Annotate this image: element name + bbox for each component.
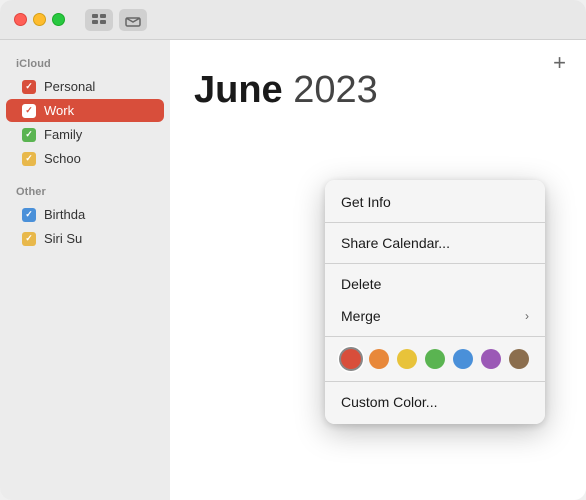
main-content: iCloud ✓ Personal ✓ Work ✓ Family (0, 40, 586, 500)
app-window: iCloud ✓ Personal ✓ Work ✓ Family (0, 0, 586, 500)
month-label: June (194, 69, 283, 111)
menu-item-delete[interactable]: Delete (325, 268, 545, 300)
minimize-button[interactable] (33, 13, 46, 26)
context-menu: Get Info Share Calendar... Delete Merge … (325, 180, 545, 424)
color-swatch-purple[interactable] (481, 349, 501, 369)
color-swatch-brown[interactable] (509, 349, 529, 369)
school-checkmark: ✓ (25, 153, 33, 164)
maximize-button[interactable] (52, 13, 65, 26)
color-swatch-blue[interactable] (453, 349, 473, 369)
birthdays-checkbox[interactable]: ✓ (22, 208, 36, 222)
family-checkbox[interactable]: ✓ (22, 128, 36, 142)
menu-separator-2 (325, 263, 545, 264)
siri-checkmark: ✓ (25, 233, 33, 244)
school-label: Schoo (44, 151, 81, 166)
calendar-item-school[interactable]: ✓ Schoo (6, 147, 164, 170)
color-swatch-red[interactable] (341, 349, 361, 369)
menu-separator-1 (325, 222, 545, 223)
personal-label: Personal (44, 79, 95, 94)
month-year-heading: June 2023 (194, 70, 562, 112)
color-swatch-orange[interactable] (369, 349, 389, 369)
siri-label: Siri Su (44, 231, 82, 246)
menu-item-custom-color[interactable]: Custom Color... (325, 386, 545, 418)
calendar-item-siri[interactable]: ✓ Siri Su (6, 227, 164, 250)
family-label: Family (44, 127, 82, 142)
family-checkmark: ✓ (25, 129, 33, 140)
siri-checkbox[interactable]: ✓ (22, 232, 36, 246)
birthdays-checkmark: ✓ (25, 209, 33, 220)
menu-separator-3 (325, 336, 545, 337)
title-bar (0, 0, 586, 40)
icloud-section-label: iCloud (0, 52, 170, 74)
inbox-icon[interactable] (119, 9, 147, 31)
color-swatches-row (325, 341, 545, 377)
calendar-item-work[interactable]: ✓ Work (6, 99, 164, 122)
color-swatch-yellow[interactable] (397, 349, 417, 369)
school-checkbox[interactable]: ✓ (22, 152, 36, 166)
sidebar: iCloud ✓ Personal ✓ Work ✓ Family (0, 40, 170, 500)
merge-submenu-chevron: › (525, 309, 529, 323)
other-section: Other ✓ Birthda ✓ Siri Su (0, 180, 170, 250)
color-swatch-green[interactable] (425, 349, 445, 369)
calendar-item-personal[interactable]: ✓ Personal (6, 75, 164, 98)
year-label: 2023 (293, 69, 378, 111)
menu-item-merge[interactable]: Merge › (325, 300, 545, 332)
work-label: Work (44, 103, 74, 118)
personal-checkbox[interactable]: ✓ (22, 80, 36, 94)
other-section-label: Other (0, 180, 170, 202)
add-event-button[interactable]: + (553, 52, 566, 74)
menu-separator-4 (325, 381, 545, 382)
calendar-item-birthdays[interactable]: ✓ Birthda (6, 203, 164, 226)
close-button[interactable] (14, 13, 27, 26)
work-checkmark: ✓ (25, 105, 33, 116)
birthdays-label: Birthda (44, 207, 85, 222)
personal-checkmark: ✓ (25, 81, 33, 92)
work-checkbox[interactable]: ✓ (22, 104, 36, 118)
menu-item-get-info[interactable]: Get Info (325, 186, 545, 218)
menu-item-share-calendar[interactable]: Share Calendar... (325, 227, 545, 259)
calendar-item-family[interactable]: ✓ Family (6, 123, 164, 146)
grid-view-icon[interactable] (85, 9, 113, 31)
calendar-main: + June 2023 Get Info Share Calendar... D… (170, 40, 586, 500)
